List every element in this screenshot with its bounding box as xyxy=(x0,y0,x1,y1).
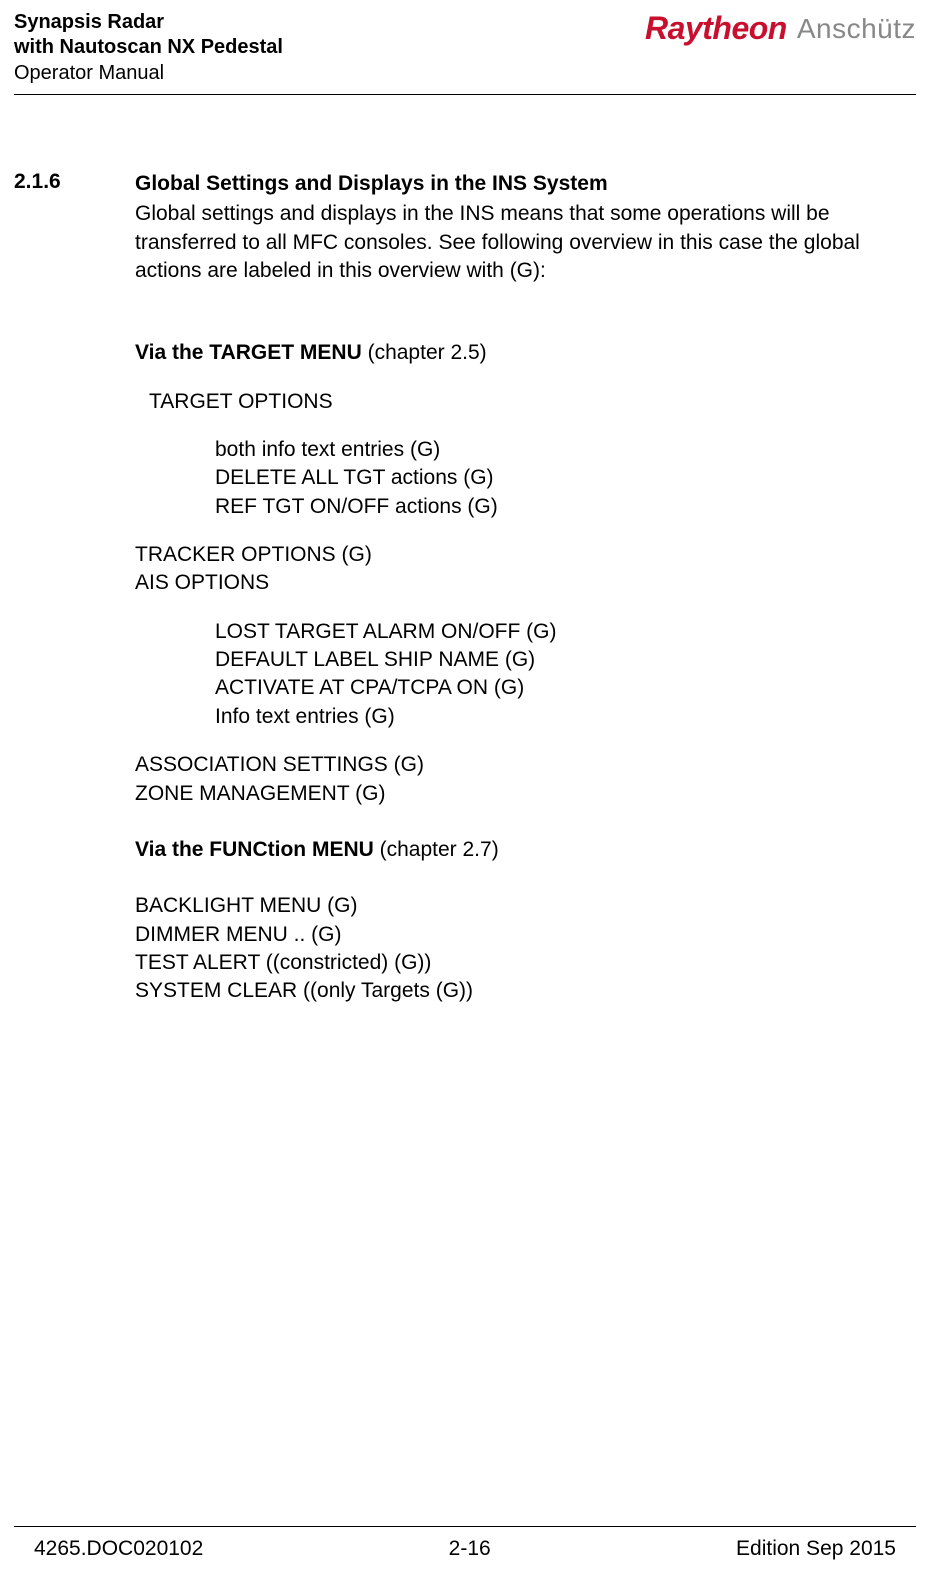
page: Synapsis Radar with Nautoscan NX Pedesta… xyxy=(0,0,951,1591)
doc-title-line3: Operator Manual xyxy=(14,60,283,86)
func-item: TEST ALERT ((constricted) (G)) xyxy=(135,949,916,977)
anschutz-logo-text: Anschütz xyxy=(797,13,916,45)
via-target-menu-ch: (chapter 2.5) xyxy=(362,341,487,364)
brand-logo: Raytheon Anschütz xyxy=(645,10,916,47)
content-area: 2.1.6 Global Settings and Displays in th… xyxy=(14,170,916,1006)
func-item: SYSTEM CLEAR ((only Targets (G)) xyxy=(135,977,916,1005)
via-target-menu-bold: Via the TARGET MENU xyxy=(135,341,362,364)
via-target-menu: Via the TARGET MENU (chapter 2.5) xyxy=(135,339,916,367)
section-title: Global Settings and Displays in the INS … xyxy=(135,170,916,198)
via-func-menu-bold: Via the FUNCtion MENU xyxy=(135,838,374,861)
footer-row: 4265.DOC020102 2-16 Edition Sep 2015 xyxy=(14,1537,916,1561)
doc-title-line1: Synapsis Radar xyxy=(14,10,283,35)
tracker-options: TRACKER OPTIONS (G) xyxy=(135,541,916,569)
header-title-block: Synapsis Radar with Nautoscan NX Pedesta… xyxy=(14,10,283,86)
zone-management: ZONE MANAGEMENT (G) xyxy=(135,780,916,808)
footer-page-number: 2-16 xyxy=(449,1537,491,1561)
ais-option-item: LOST TARGET ALARM ON/OFF (G) xyxy=(135,618,916,646)
page-header: Synapsis Radar with Nautoscan NX Pedesta… xyxy=(14,10,916,94)
ais-option-item: DEFAULT LABEL SHIP NAME (G) xyxy=(135,646,916,674)
raytheon-logo-text: Raytheon xyxy=(645,10,787,47)
footer-doc-id: 4265.DOC020102 xyxy=(34,1537,203,1561)
target-option-item: DELETE ALL TGT actions (G) xyxy=(135,464,916,492)
footer-rule xyxy=(14,1526,916,1527)
ais-option-item: ACTIVATE AT CPA/TCPA ON (G) xyxy=(135,674,916,702)
section-body: Global Settings and Displays in the INS … xyxy=(135,170,916,1006)
header-rule xyxy=(14,94,916,95)
func-item: DIMMER MENU .. (G) xyxy=(135,921,916,949)
target-options-label: TARGET OPTIONS xyxy=(135,388,916,416)
target-option-item: both info text entries (G) xyxy=(135,436,916,464)
footer-edition: Edition Sep 2015 xyxy=(736,1537,896,1561)
association-settings: ASSOCIATION SETTINGS (G) xyxy=(135,751,916,779)
via-func-menu: Via the FUNCtion MENU (chapter 2.7) xyxy=(135,836,916,864)
section-number: 2.1.6 xyxy=(14,170,135,194)
section-intro: Global settings and displays in the INS … xyxy=(135,200,916,285)
section-heading-row: 2.1.6 Global Settings and Displays in th… xyxy=(14,170,916,1006)
ais-option-item: Info text entries (G) xyxy=(135,703,916,731)
ais-options-label: AIS OPTIONS xyxy=(135,569,916,597)
func-item: BACKLIGHT MENU (G) xyxy=(135,892,916,920)
via-func-menu-ch: (chapter 2.7) xyxy=(374,838,499,861)
page-footer: 4265.DOC020102 2-16 Edition Sep 2015 xyxy=(14,1526,916,1561)
doc-title-line2: with Nautoscan NX Pedestal xyxy=(14,35,283,60)
target-option-item: REF TGT ON/OFF actions (G) xyxy=(135,493,916,521)
